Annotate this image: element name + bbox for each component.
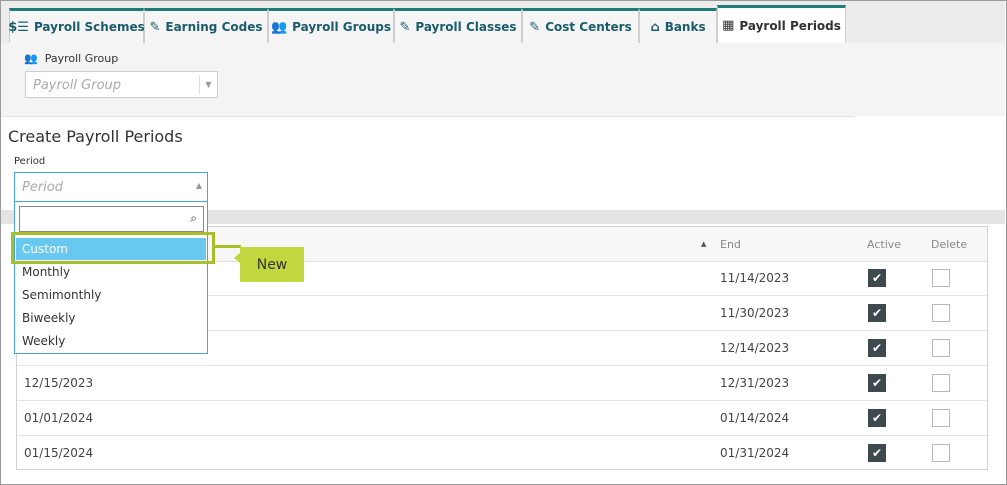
- tab-label: Payroll Groups: [292, 20, 392, 34]
- end-date-cell: 11/14/2023: [720, 271, 790, 285]
- start-date-cell: 12/15/2023: [24, 376, 94, 390]
- group-icon: 👥: [24, 52, 38, 65]
- period-dropdown-list: ⌕ Custom Monthly Semimonthly Biweekly We…: [14, 201, 208, 354]
- period-select[interactable]: Period ▲: [14, 172, 208, 202]
- dollar-doc-icon: $☰: [8, 19, 29, 35]
- table-row[interactable]: 01/01/2024 01/14/2024 ✔: [17, 401, 987, 436]
- delete-checkbox[interactable]: [932, 409, 950, 427]
- table-row[interactable]: 01/15/2024 01/31/2024 ✔: [17, 436, 987, 471]
- delete-checkbox[interactable]: [932, 444, 950, 462]
- callout-new-label: New: [240, 247, 304, 282]
- dropdown-option-semimonthly[interactable]: Semimonthly: [16, 284, 206, 306]
- active-checkbox[interactable]: ✔: [868, 269, 886, 287]
- column-header-end[interactable]: End: [720, 238, 741, 251]
- active-checkbox[interactable]: ✔: [868, 374, 886, 392]
- payroll-group-placeholder: Payroll Group: [33, 78, 122, 93]
- period-label: Period: [14, 156, 46, 167]
- period-placeholder: Period: [22, 180, 63, 195]
- tab-label: Banks: [664, 20, 706, 34]
- active-checkbox[interactable]: ✔: [868, 444, 886, 462]
- active-checkbox[interactable]: ✔: [868, 339, 886, 357]
- delete-checkbox[interactable]: [932, 269, 950, 287]
- edit-doc-icon: ✎: [529, 19, 541, 35]
- column-header-active[interactable]: Active: [867, 238, 901, 251]
- bank-icon: ⌂: [650, 19, 660, 35]
- end-date-cell: 01/14/2024: [720, 411, 790, 425]
- callout-connector: [215, 245, 241, 248]
- group-icon: 👥: [270, 19, 288, 35]
- tab-payroll-schemes[interactable]: $☰ Payroll Schemes: [8, 8, 145, 43]
- active-checkbox[interactable]: ✔: [868, 409, 886, 427]
- tab-payroll-groups[interactable]: 👥 Payroll Groups: [268, 8, 394, 43]
- end-date-cell: 11/30/2023: [720, 306, 790, 320]
- tab-label: Payroll Periods: [739, 18, 841, 33]
- chevron-down-icon[interactable]: ▼: [199, 75, 217, 94]
- sort-ascending-icon[interactable]: ▲: [701, 240, 706, 248]
- payroll-group-label-text: Payroll Group: [44, 52, 119, 65]
- tab-cost-centers[interactable]: ✎ Cost Centers: [522, 8, 639, 43]
- start-date-cell: 01/01/2024: [24, 411, 94, 425]
- tab-label: Cost Centers: [545, 20, 632, 34]
- delete-checkbox[interactable]: [932, 304, 950, 322]
- end-date-cell: 01/31/2024: [720, 446, 790, 460]
- active-checkbox[interactable]: ✔: [868, 304, 886, 322]
- dropdown-option-monthly[interactable]: Monthly: [16, 261, 206, 283]
- end-date-cell: 12/31/2023: [720, 376, 790, 390]
- start-date-cell: 01/15/2024: [24, 446, 94, 460]
- filter-panel-edge: [855, 116, 1006, 119]
- page-title: Create Payroll Periods: [8, 127, 183, 146]
- dropdown-search-input[interactable]: ⌕: [19, 206, 204, 232]
- tab-label: Payroll Classes: [415, 20, 517, 34]
- tab-payroll-periods[interactable]: ▦ Payroll Periods: [717, 5, 846, 44]
- payroll-group-label: 👥 Payroll Group: [24, 52, 118, 65]
- column-header-delete[interactable]: Delete: [931, 238, 967, 251]
- tab-banks[interactable]: ⌂ Banks: [639, 8, 717, 43]
- edit-doc-icon: ✎: [149, 19, 161, 35]
- tab-earning-codes[interactable]: ✎ Earning Codes: [144, 8, 268, 43]
- search-icon[interactable]: ⌕: [190, 211, 197, 226]
- calendar-icon: ▦: [722, 18, 735, 33]
- chevron-up-icon[interactable]: ▲: [196, 181, 202, 190]
- table-row[interactable]: 12/15/2023 12/31/2023 ✔: [17, 366, 987, 401]
- callout-highlight: [11, 232, 215, 264]
- tab-bar: $☰ Payroll Schemes ✎ Earning Codes 👥 Pay…: [1, 1, 1005, 44]
- edit-doc-icon: ✎: [399, 19, 411, 35]
- payroll-group-select[interactable]: Payroll Group ▼: [25, 71, 218, 98]
- dropdown-option-biweekly[interactable]: Biweekly: [16, 307, 206, 329]
- tab-label: Earning Codes: [165, 20, 263, 34]
- dropdown-option-weekly[interactable]: Weekly: [16, 330, 206, 352]
- tab-payroll-classes[interactable]: ✎ Payroll Classes: [394, 8, 522, 43]
- delete-checkbox[interactable]: [932, 374, 950, 392]
- delete-checkbox[interactable]: [932, 339, 950, 357]
- end-date-cell: 12/14/2023: [720, 341, 790, 355]
- tab-label: Payroll Schemes: [33, 20, 145, 34]
